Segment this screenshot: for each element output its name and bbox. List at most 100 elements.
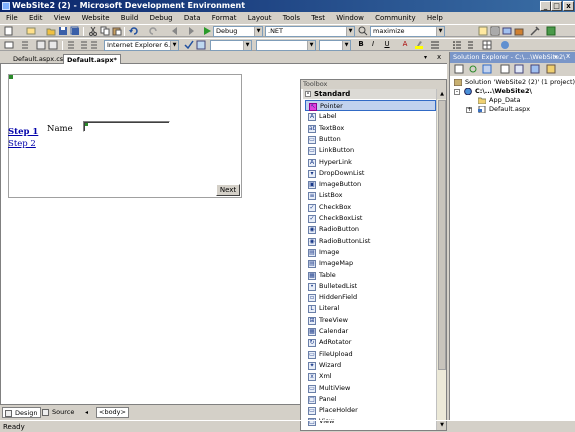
navigate-backward-icon[interactable] <box>170 26 180 36</box>
tab-source[interactable]: Source <box>40 407 77 418</box>
menu-tools[interactable]: Tools <box>283 14 300 22</box>
tools-icon[interactable] <box>530 26 540 36</box>
close-document-icon[interactable]: x <box>437 53 441 61</box>
font-name-combo[interactable]: ▼ <box>256 40 316 51</box>
style-application-icon[interactable] <box>4 40 14 50</box>
manage-styles-icon[interactable] <box>36 40 46 50</box>
next-button[interactable]: Next <box>216 184 240 196</box>
justify-icon[interactable] <box>430 40 440 50</box>
minimize-button[interactable]: _ <box>540 1 551 11</box>
menu-debug[interactable]: Debug <box>150 14 173 22</box>
toolbox-item-linkbutton[interactable]: ▭ LinkButton <box>305 145 436 156</box>
tab-default-aspx[interactable]: Default.aspx* <box>63 54 121 64</box>
paste-icon[interactable] <box>112 26 122 36</box>
toolbox-item-multiview[interactable]: ▭ MultiView <box>305 383 436 394</box>
toolbox-item-image[interactable]: ▤ Image <box>305 247 436 258</box>
italic-button[interactable]: I <box>368 40 378 50</box>
website-node[interactable]: C:\...\WebSite2\ <box>464 87 532 96</box>
menu-community[interactable]: Community <box>375 14 416 22</box>
chevron-down-icon[interactable]: ▼ <box>254 27 262 36</box>
menu-layout[interactable]: Layout <box>248 14 272 22</box>
tab-default-aspx-cs[interactable]: Default.aspx.cs* <box>10 54 69 64</box>
toolbox-item-wizard[interactable]: ✦ Wizard <box>305 360 436 371</box>
app-data-folder-node[interactable]: App_Data <box>478 96 520 105</box>
target-rules-icon[interactable] <box>20 40 30 50</box>
apply-styles-icon[interactable] <box>48 40 58 50</box>
toolbox-item-textbox[interactable]: ab TextBox <box>305 123 436 134</box>
properties-icon[interactable] <box>454 64 464 74</box>
chevron-down-icon[interactable]: ▼ <box>436 27 444 36</box>
toolbox-item-checkbox[interactable]: ✓ CheckBox <box>305 202 436 213</box>
menu-view[interactable]: View <box>54 14 71 22</box>
toolbox-item-literal[interactable]: L Literal <box>305 303 436 314</box>
toolbox-item-fileupload[interactable]: ▭ FileUpload <box>305 349 436 360</box>
block-format-combo[interactable]: ▼ <box>210 40 252 51</box>
new-project-icon[interactable] <box>4 26 14 36</box>
chevron-down-icon[interactable]: ▼ <box>307 41 315 50</box>
html-edit-icon[interactable] <box>196 40 206 50</box>
underline-button[interactable]: U <box>382 40 392 50</box>
object-browser-icon[interactable] <box>502 26 512 36</box>
tag-navigator-body[interactable]: <body> <box>96 407 129 418</box>
menu-edit[interactable]: Edit <box>29 14 43 22</box>
find-combo[interactable]: maximize ▼ <box>370 26 445 37</box>
copy-website-icon[interactable] <box>530 64 540 74</box>
solution-platform-combo[interactable]: .NET ▼ <box>265 26 355 37</box>
refresh-icon[interactable] <box>468 64 478 74</box>
font-size-combo[interactable]: ▼ <box>319 40 351 51</box>
wizard-control[interactable] <box>8 74 242 198</box>
tab-design[interactable]: Design <box>2 407 42 418</box>
solution-node[interactable]: Solution 'WebSite2 (2)' (1 project) <box>454 78 575 87</box>
app-icon[interactable] <box>2 2 10 10</box>
menu-data[interactable]: Data <box>184 14 201 22</box>
target-browser-combo[interactable]: Internet Explorer 6.0 ▼ <box>104 40 179 51</box>
toolbox-item-adrotator[interactable]: ↻ AdRotator <box>305 337 436 348</box>
save-all-icon[interactable] <box>70 26 80 36</box>
collapse-icon[interactable]: - <box>454 89 460 95</box>
indent-icon[interactable] <box>90 40 100 50</box>
start-page-icon[interactable] <box>546 26 556 36</box>
view-code-icon[interactable] <box>500 64 510 74</box>
format-selection-icon[interactable] <box>66 40 76 50</box>
highlight-icon[interactable] <box>414 40 424 50</box>
validation-icon[interactable] <box>184 40 194 50</box>
numbered-list-icon[interactable] <box>452 40 462 50</box>
redo-icon[interactable] <box>148 26 158 36</box>
toolbox-item-label[interactable]: A Label <box>305 111 436 122</box>
wizard-step-2-link[interactable]: Step 2 <box>8 139 36 149</box>
open-icon[interactable] <box>46 26 56 36</box>
menu-website[interactable]: Website <box>82 14 110 22</box>
toolbox-item-placeholder[interactable]: ▭ PlaceHolder <box>305 405 436 416</box>
add-item-icon[interactable] <box>26 26 36 36</box>
solution-explorer-icon[interactable] <box>478 26 488 36</box>
toolbox-item-imagebutton[interactable]: ▣ ImageButton <box>305 179 436 190</box>
toolbox-item-treeview[interactable]: ⊞ TreeView <box>305 315 436 326</box>
save-icon[interactable] <box>58 26 68 36</box>
copy-icon[interactable] <box>100 26 110 36</box>
menu-file[interactable]: File <box>6 14 18 22</box>
menu-help[interactable]: Help <box>427 14 443 22</box>
default-aspx-node[interactable]: Default.aspx <box>478 105 530 114</box>
find-in-files-icon[interactable] <box>358 26 368 36</box>
menu-test[interactable]: Test <box>311 14 325 22</box>
nest-related-files-icon[interactable] <box>482 64 492 74</box>
wizard-step-1-link[interactable]: Step 1 <box>8 127 38 137</box>
hyperlink-icon[interactable] <box>500 40 510 50</box>
toolbox-item-table[interactable]: ▦ Table <box>305 270 436 281</box>
toolbox-icon[interactable] <box>514 26 524 36</box>
active-files-icon[interactable]: ▾ <box>424 54 427 61</box>
toolbox-item-button[interactable]: ▭ Button <box>305 134 436 145</box>
properties-icon[interactable] <box>490 26 500 36</box>
toolbox-item-pointer[interactable]: ↖ Pointer <box>305 100 436 112</box>
toolbox-item-calendar[interactable]: ▦ Calendar <box>305 326 436 337</box>
toolbox-item-checkboxlist[interactable]: ✓ CheckBoxList <box>305 213 436 224</box>
outdent-icon[interactable] <box>78 40 88 50</box>
chevron-down-icon[interactable]: ▼ <box>342 41 350 50</box>
pin-icon[interactable]: ▾ <box>554 53 558 61</box>
collapse-icon[interactable]: - <box>305 91 311 97</box>
close-panel-icon[interactable]: x <box>566 52 570 60</box>
bold-button[interactable]: B <box>356 40 366 50</box>
solution-configuration-combo[interactable]: Debug ▼ <box>213 26 263 37</box>
toolbox-item-dropdownlist[interactable]: ▾ DropDownList <box>305 168 436 179</box>
toolbox-item-imagemap[interactable]: ▤ ImageMap <box>305 258 436 269</box>
